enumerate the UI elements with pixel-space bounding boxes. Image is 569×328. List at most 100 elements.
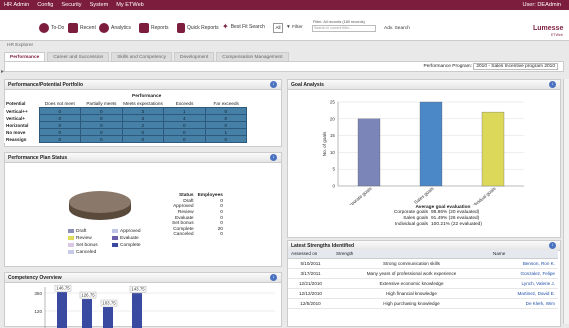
portfolio-header: Performance/Potential Portfolio ↓ [5, 80, 281, 90]
analytics-button[interactable]: Analytics [99, 23, 131, 33]
competency-bar[interactable] [132, 293, 142, 328]
goal-stat-row: Individual goals 100.21% (22 evaluated) [288, 222, 558, 228]
legend-item: Approved [112, 228, 141, 235]
y-tick-label: 25 [330, 100, 336, 105]
grid-cell[interactable]: 0 [204, 135, 247, 143]
best-fit-search-button[interactable]: ✦ Best Fit Search [222, 23, 265, 31]
grid-cell[interactable]: 2 [121, 121, 164, 129]
table-row[interactable]: 5/10/2011 Strong communication skills Bens… [288, 258, 558, 269]
menu-security[interactable]: Security [57, 2, 85, 8]
tab-career-succession[interactable]: Career and Succession [47, 52, 110, 61]
grid-cell[interactable]: 0 [80, 114, 123, 122]
tab-compensation[interactable]: Compensation Management [216, 52, 289, 61]
table-row[interactable]: 12/12/2010 High financial knowledge Martin… [288, 288, 558, 299]
tab-skills-competency[interactable]: Skills and Competency [111, 52, 172, 61]
all-button[interactable]: All [273, 23, 283, 33]
legend-label: Review [76, 236, 92, 241]
filter-button[interactable]: ▼ Filter [286, 25, 303, 30]
grid-cell[interactable]: 0 [38, 121, 81, 129]
grid-cell[interactable]: 0 [163, 135, 206, 143]
menu-config[interactable]: Config [33, 2, 57, 8]
todo-button[interactable]: To-Do [39, 23, 64, 33]
grid-cell[interactable]: 0 [80, 107, 123, 115]
vertical-scrollbar[interactable] [563, 79, 569, 324]
legend-item: Evaluate [112, 235, 139, 242]
breadcrumb[interactable]: HR Explorer [7, 43, 33, 48]
search-input[interactable]: Search in current filter... [312, 25, 376, 32]
y-tick-label: 120 [34, 309, 42, 314]
grid-cell[interactable]: 4 [163, 114, 206, 122]
grid-cell[interactable]: 0 [38, 128, 81, 136]
legend-swatch [68, 249, 74, 254]
grid-cell[interactable]: 0 [163, 121, 206, 129]
menu-my-etweb[interactable]: My ETWeb [112, 2, 148, 8]
todo-label: To-Do [51, 25, 65, 31]
grid-cell[interactable]: 0 [38, 107, 81, 115]
collapse-arrow-icon[interactable]: ▸ [1, 68, 4, 75]
download-icon[interactable]: ↓ [270, 81, 277, 88]
bar-value-label: 143.75 [131, 287, 145, 292]
row-label: Horizontal [4, 121, 39, 129]
grid-cell[interactable]: 0 [80, 135, 123, 143]
strength-text: Strong communication skills [333, 258, 490, 269]
y-tick-label: 15 [330, 133, 336, 138]
quick-reports-button[interactable]: Quick Reports [177, 23, 219, 33]
download-icon[interactable]: ↓ [549, 242, 556, 249]
lumesse-logo: Lumesse [533, 25, 564, 32]
competency-header: Competency Overview ↓ [5, 273, 281, 283]
grid-cell[interactable]: 0 [121, 135, 164, 143]
employee-link[interactable]: De Klerk, Wim [490, 298, 558, 309]
table-row[interactable]: 12/5/2010 High purchasing knowledge De Kle… [288, 298, 558, 309]
reports-button[interactable]: Reports [139, 23, 169, 33]
bar-value-label: 103.75 [102, 300, 116, 305]
analytics-label: Analytics [111, 25, 132, 31]
download-icon[interactable]: ↓ [549, 81, 556, 88]
bar-value-label: 146.75 [56, 286, 70, 291]
legend-label: Complete [120, 243, 141, 248]
grid-cell[interactable]: 0 [80, 128, 123, 136]
grid-cell[interactable]: 0 [163, 128, 206, 136]
grid-cell[interactable]: 0 [204, 114, 247, 122]
program-select[interactable]: 2010 - Sales Incentive program 2010 [473, 63, 558, 70]
menu-hr-admin[interactable]: HR Admin [0, 2, 33, 8]
legend-item: Set bonus [68, 242, 98, 249]
competency-bar[interactable] [57, 292, 67, 328]
grid-cell[interactable]: 0 [204, 107, 247, 115]
grid-cell[interactable]: 3 [121, 114, 164, 122]
tab-development[interactable]: Development [174, 52, 215, 61]
goal-bar[interactable] [357, 118, 381, 187]
employee-link[interactable]: Gonzalez, Felipe [490, 268, 558, 279]
menu-system[interactable]: System [86, 2, 113, 8]
grid-cell[interactable]: 0 [38, 135, 81, 143]
goal-bar[interactable] [419, 101, 443, 187]
adv-search-link[interactable]: Adv. Search [384, 26, 410, 31]
employee-link[interactable]: Lynch, Valerie J. [490, 278, 558, 289]
competency-bar[interactable] [82, 299, 92, 328]
user-label: User: DEAdmin [522, 2, 561, 8]
grid-cell[interactable]: 1 [204, 128, 247, 136]
table-row[interactable]: 12/21/2010 Extensive economic knowledge Ly… [288, 278, 558, 289]
recent-button[interactable]: Recent [68, 23, 96, 33]
strength-col[interactable]: Strength [333, 250, 490, 259]
grid-cell[interactable]: 0 [38, 114, 81, 122]
best-fit-label: Best Fit Search [230, 24, 265, 30]
legend-label: Draft [76, 229, 87, 234]
download-icon[interactable]: ↓ [270, 154, 277, 161]
grid-cell[interactable]: 0 [204, 121, 247, 129]
assessed-col[interactable]: Assessed on [288, 250, 333, 259]
grid-cell[interactable]: 1 [163, 107, 206, 115]
goal-bar[interactable] [481, 111, 505, 187]
employee-link[interactable]: Benson, Ron K. [490, 258, 558, 269]
grid-cell[interactable]: 0 [121, 128, 164, 136]
status-name: Canceled [173, 232, 194, 238]
competency-bar[interactable] [103, 307, 113, 328]
goal-analysis-title: Goal Analysis [291, 82, 324, 88]
employee-link[interactable]: Martinez, David E. [490, 288, 558, 299]
table-row[interactable]: 3/17/2011 Many years of professional work… [288, 268, 558, 279]
tab-performance[interactable]: Performance [4, 52, 46, 61]
download-icon[interactable]: ↓ [270, 274, 277, 281]
grid-cell[interactable]: 3 [121, 107, 164, 115]
name-col[interactable]: Name [490, 250, 558, 259]
assessed-date: 12/12/2010 [288, 288, 333, 299]
grid-cell[interactable]: 0 [80, 121, 123, 129]
